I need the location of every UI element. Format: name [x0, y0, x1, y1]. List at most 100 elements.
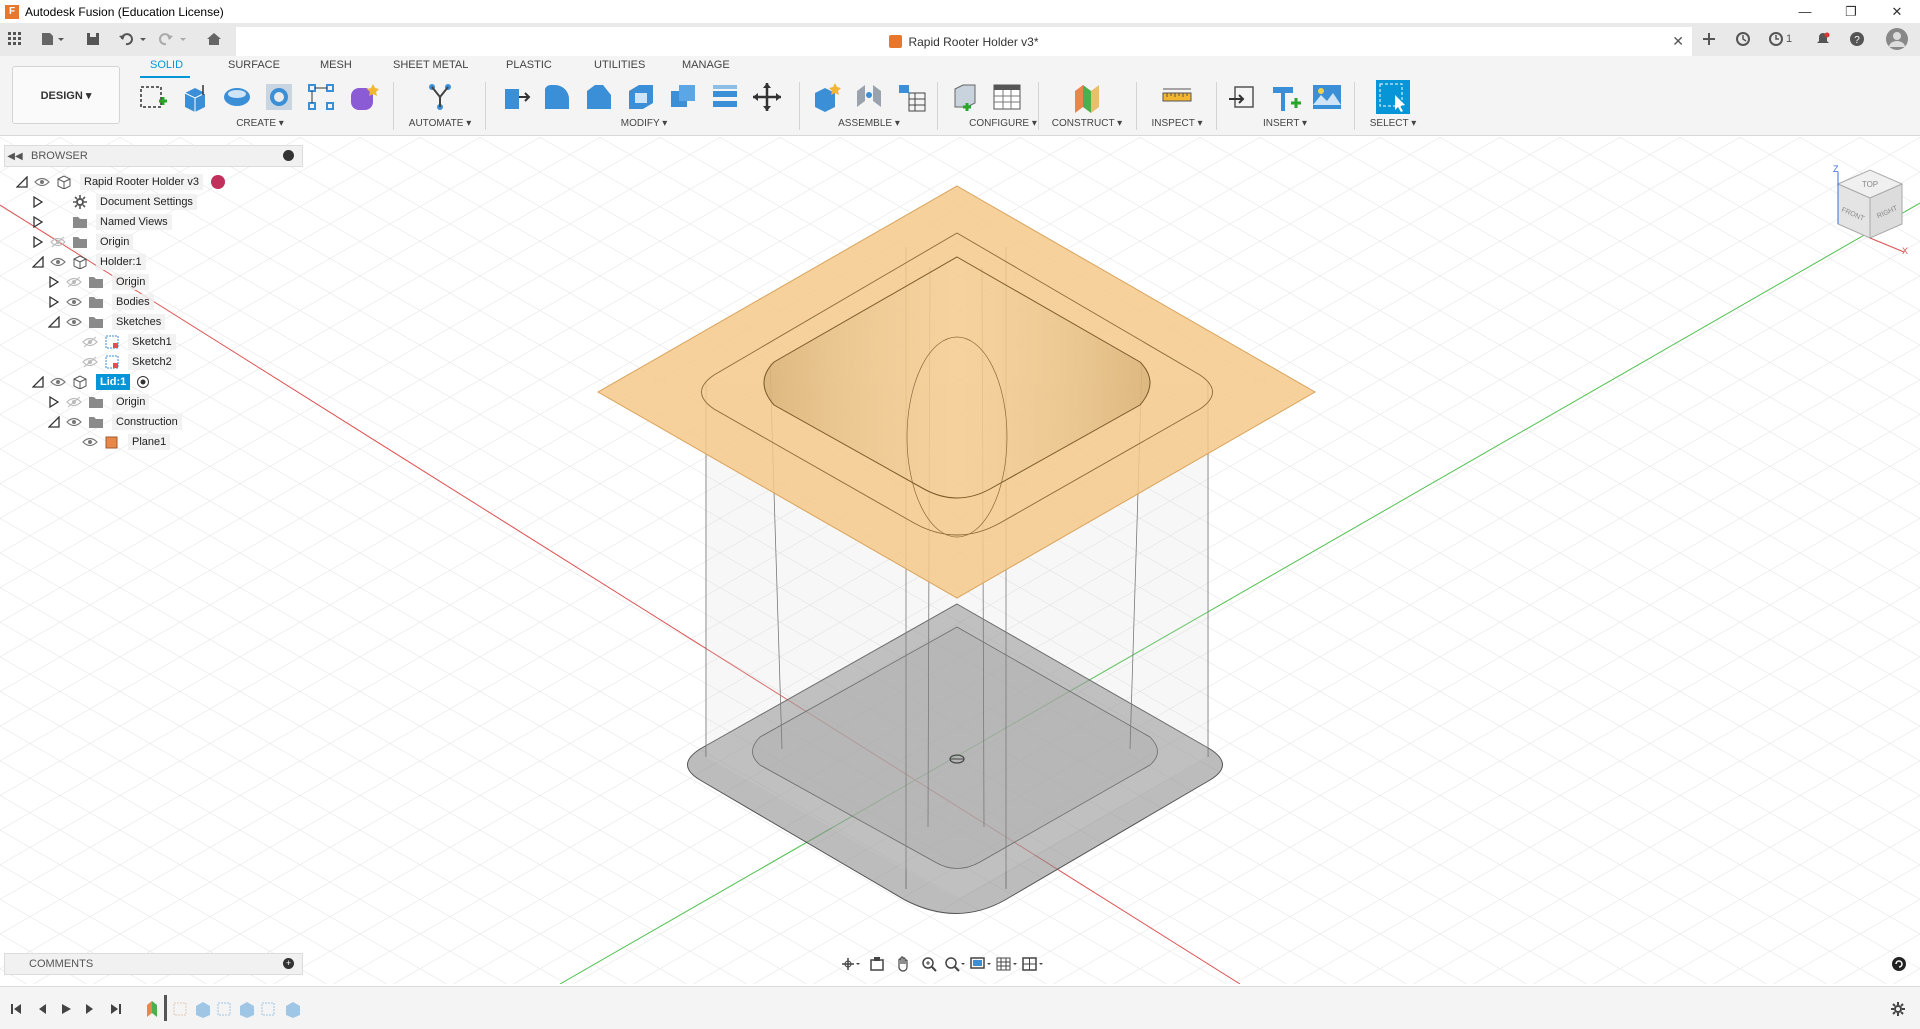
tab-solid[interactable]: SOLID — [150, 59, 183, 71]
press-pull-icon[interactable] — [498, 80, 532, 114]
document-tab[interactable]: Rapid Rooter Holder v3* ✕ — [236, 27, 1692, 56]
shell-icon[interactable] — [624, 80, 658, 114]
tree-item-sketch1[interactable]: Sketch1 — [64, 332, 176, 352]
new-component-icon[interactable] — [810, 80, 844, 114]
grid-snaps-icon[interactable] — [994, 953, 1020, 975]
chamfer-icon[interactable] — [582, 80, 616, 114]
visibility-eye-icon[interactable] — [82, 436, 98, 448]
visibility-eye-icon[interactable] — [66, 416, 82, 428]
automate-group-label[interactable]: AUTOMATE ▾ — [400, 118, 480, 129]
extrude-icon[interactable] — [178, 80, 212, 114]
workspace-switcher[interactable]: DESIGN ▾ — [12, 66, 120, 124]
collapse-triangle-icon[interactable] — [32, 376, 44, 388]
combine-icon[interactable] — [666, 80, 700, 114]
expand-triangle-icon[interactable] — [32, 216, 44, 228]
timeline-sketch-feature-icon[interactable] — [216, 1000, 234, 1018]
file-menu-icon[interactable] — [38, 29, 68, 49]
visibility-eye-icon[interactable] — [50, 256, 66, 268]
help-icon[interactable]: ? — [1846, 29, 1868, 49]
insert-group-label[interactable]: INSERT ▾ — [1222, 118, 1348, 129]
visibility-eye-icon[interactable] — [34, 176, 50, 188]
data-panel-grid-icon[interactable] — [6, 29, 24, 49]
expand-triangle-icon[interactable] — [32, 196, 44, 208]
timeline-extrude-feature-icon[interactable] — [238, 1000, 256, 1018]
visibility-hidden-icon[interactable] — [82, 336, 98, 348]
timeline-play-icon[interactable] — [56, 999, 76, 1019]
tree-item-document-settings[interactable]: Document Settings — [32, 192, 197, 212]
tree-item-sketch2[interactable]: Sketch2 — [64, 352, 176, 372]
configure-design-icon[interactable] — [948, 80, 982, 114]
joint-icon[interactable] — [852, 80, 886, 114]
zoom-window-icon[interactable] — [942, 953, 968, 975]
orbit-icon[interactable] — [838, 953, 864, 975]
pattern-icon[interactable] — [304, 80, 338, 114]
select-icon[interactable] — [1376, 80, 1410, 114]
feedback-icon[interactable] — [1891, 956, 1907, 972]
look-at-icon[interactable] — [864, 953, 890, 975]
assemble-group-label[interactable]: ASSEMBLE ▾ — [806, 118, 932, 129]
job-status-icon[interactable]: 1 — [1764, 29, 1796, 49]
tree-item-lid[interactable]: Lid:1 — [32, 372, 150, 392]
bill-of-materials-icon[interactable] — [894, 80, 928, 114]
collapse-triangle-icon[interactable] — [16, 176, 28, 188]
insert-mcmaster-icon[interactable] — [1268, 80, 1302, 114]
extensions-icon[interactable] — [1732, 29, 1754, 49]
tree-item-lid-origin[interactable]: Origin — [48, 392, 150, 412]
activate-component-radio-icon[interactable] — [136, 375, 150, 389]
tab-manage[interactable]: MANAGE — [682, 59, 730, 71]
form-icon[interactable] — [346, 80, 380, 114]
save-icon[interactable] — [84, 29, 102, 49]
viewcube-top-label[interactable]: TOP — [1862, 180, 1878, 189]
measure-icon[interactable] — [1160, 80, 1194, 114]
root-component[interactable]: Rapid Rooter Holder v3 — [16, 172, 225, 192]
tree-item-sketches[interactable]: Sketches — [48, 312, 166, 332]
tab-surface[interactable]: SURFACE — [228, 59, 280, 71]
insert-derive-icon[interactable] — [1226, 80, 1260, 114]
visibility-eye-icon[interactable] — [66, 316, 82, 328]
create-group-label[interactable]: CREATE ▾ — [132, 118, 388, 129]
undo-icon[interactable] — [116, 29, 150, 49]
modify-group-label[interactable]: MODIFY ▾ — [494, 118, 794, 129]
tab-utilities[interactable]: UTILITIES — [594, 59, 645, 71]
tree-item-bodies[interactable]: Bodies — [48, 292, 154, 312]
close-tab-icon[interactable]: ✕ — [1672, 33, 1684, 50]
visibility-hidden-icon[interactable] — [66, 396, 82, 408]
create-sketch-icon[interactable] — [136, 80, 170, 114]
tab-mesh[interactable]: MESH — [320, 59, 352, 71]
visibility-hidden-icon[interactable] — [50, 236, 66, 248]
user-avatar-icon[interactable] — [1884, 28, 1910, 50]
timeline-extrude-feature-icon[interactable] — [194, 1000, 212, 1018]
browser-minimize-icon[interactable] — [283, 150, 294, 161]
expand-triangle-icon[interactable] — [32, 236, 44, 248]
viewports-icon[interactable] — [1020, 953, 1046, 975]
expand-triangle-icon[interactable] — [48, 396, 60, 408]
view-cube[interactable]: TOP FRONT RIGHT Z X — [1808, 158, 1908, 258]
add-comment-icon[interactable]: + — [283, 958, 294, 969]
expand-triangle-icon[interactable] — [48, 296, 60, 308]
timeline-previous-icon[interactable] — [32, 999, 52, 1019]
timeline-last-icon[interactable] — [106, 999, 126, 1019]
timeline-first-icon[interactable] — [6, 999, 26, 1019]
minimize-icon[interactable]: — — [1782, 0, 1828, 23]
fillet-icon[interactable] — [540, 80, 574, 114]
home-icon[interactable] — [203, 29, 225, 49]
timeline-sketch-feature-icon[interactable] — [172, 1000, 190, 1018]
tab-plastic[interactable]: PLASTIC — [506, 59, 552, 71]
tab-sheet-metal[interactable]: SHEET METAL — [393, 59, 468, 71]
timeline-plane-feature-icon[interactable] — [146, 1000, 164, 1018]
construct-plane-icon[interactable] — [1070, 80, 1104, 114]
notifications-bell-icon[interactable] — [1812, 29, 1834, 49]
timeline-settings-gear-icon[interactable] — [1888, 999, 1908, 1019]
construct-group-label[interactable]: CONSTRUCT ▾ — [1044, 118, 1130, 129]
close-icon[interactable]: ✕ — [1874, 0, 1920, 23]
hole-icon[interactable] — [262, 80, 296, 114]
offset-face-icon[interactable] — [708, 80, 742, 114]
tree-item-construction[interactable]: Construction — [48, 412, 182, 432]
canvas-viewport[interactable] — [0, 137, 1920, 984]
expand-triangle-icon[interactable] — [48, 276, 60, 288]
insert-canvas-icon[interactable] — [1310, 80, 1344, 114]
visibility-hidden-icon[interactable] — [66, 276, 82, 288]
visibility-eye-icon[interactable] — [50, 376, 66, 388]
tree-item-origin[interactable]: Origin — [32, 232, 134, 252]
tree-item-holder[interactable]: Holder:1 — [32, 252, 146, 272]
